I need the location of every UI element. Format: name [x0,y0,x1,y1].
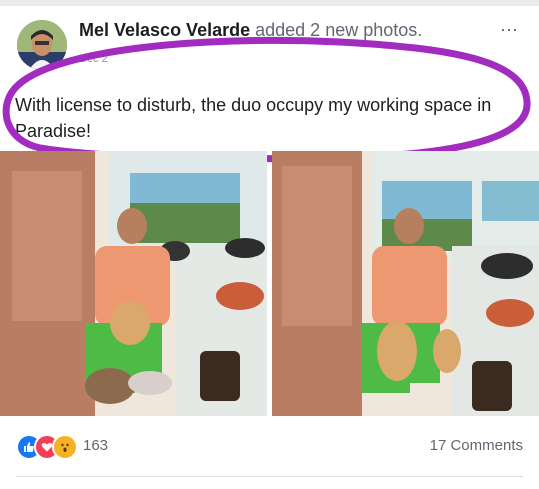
post-text: With license to disturb, the duo occupy … [15,95,492,141]
wow-icon [52,434,78,460]
post-action: added 2 new photos. [255,20,423,40]
top-strip [0,0,539,6]
reaction-count[interactable]: 163 [83,437,108,454]
avatar[interactable] [17,20,67,70]
avatar-image [17,20,67,70]
photo-1-image [0,151,267,416]
photo-2-image [272,151,539,416]
author-name[interactable]: Mel Velasco Velarde [79,20,250,40]
photo-1[interactable] [0,151,267,416]
post-header: Mel Velasco Velarde added 2 new photos. [79,20,422,41]
post-timestamp[interactable]: Dec 2 [79,53,108,65]
photo-2[interactable] [272,151,539,416]
more-options-icon[interactable]: ⋯ [500,20,519,41]
footer-divider [16,476,523,477]
comments-count[interactable]: 17 Comments [430,437,523,454]
